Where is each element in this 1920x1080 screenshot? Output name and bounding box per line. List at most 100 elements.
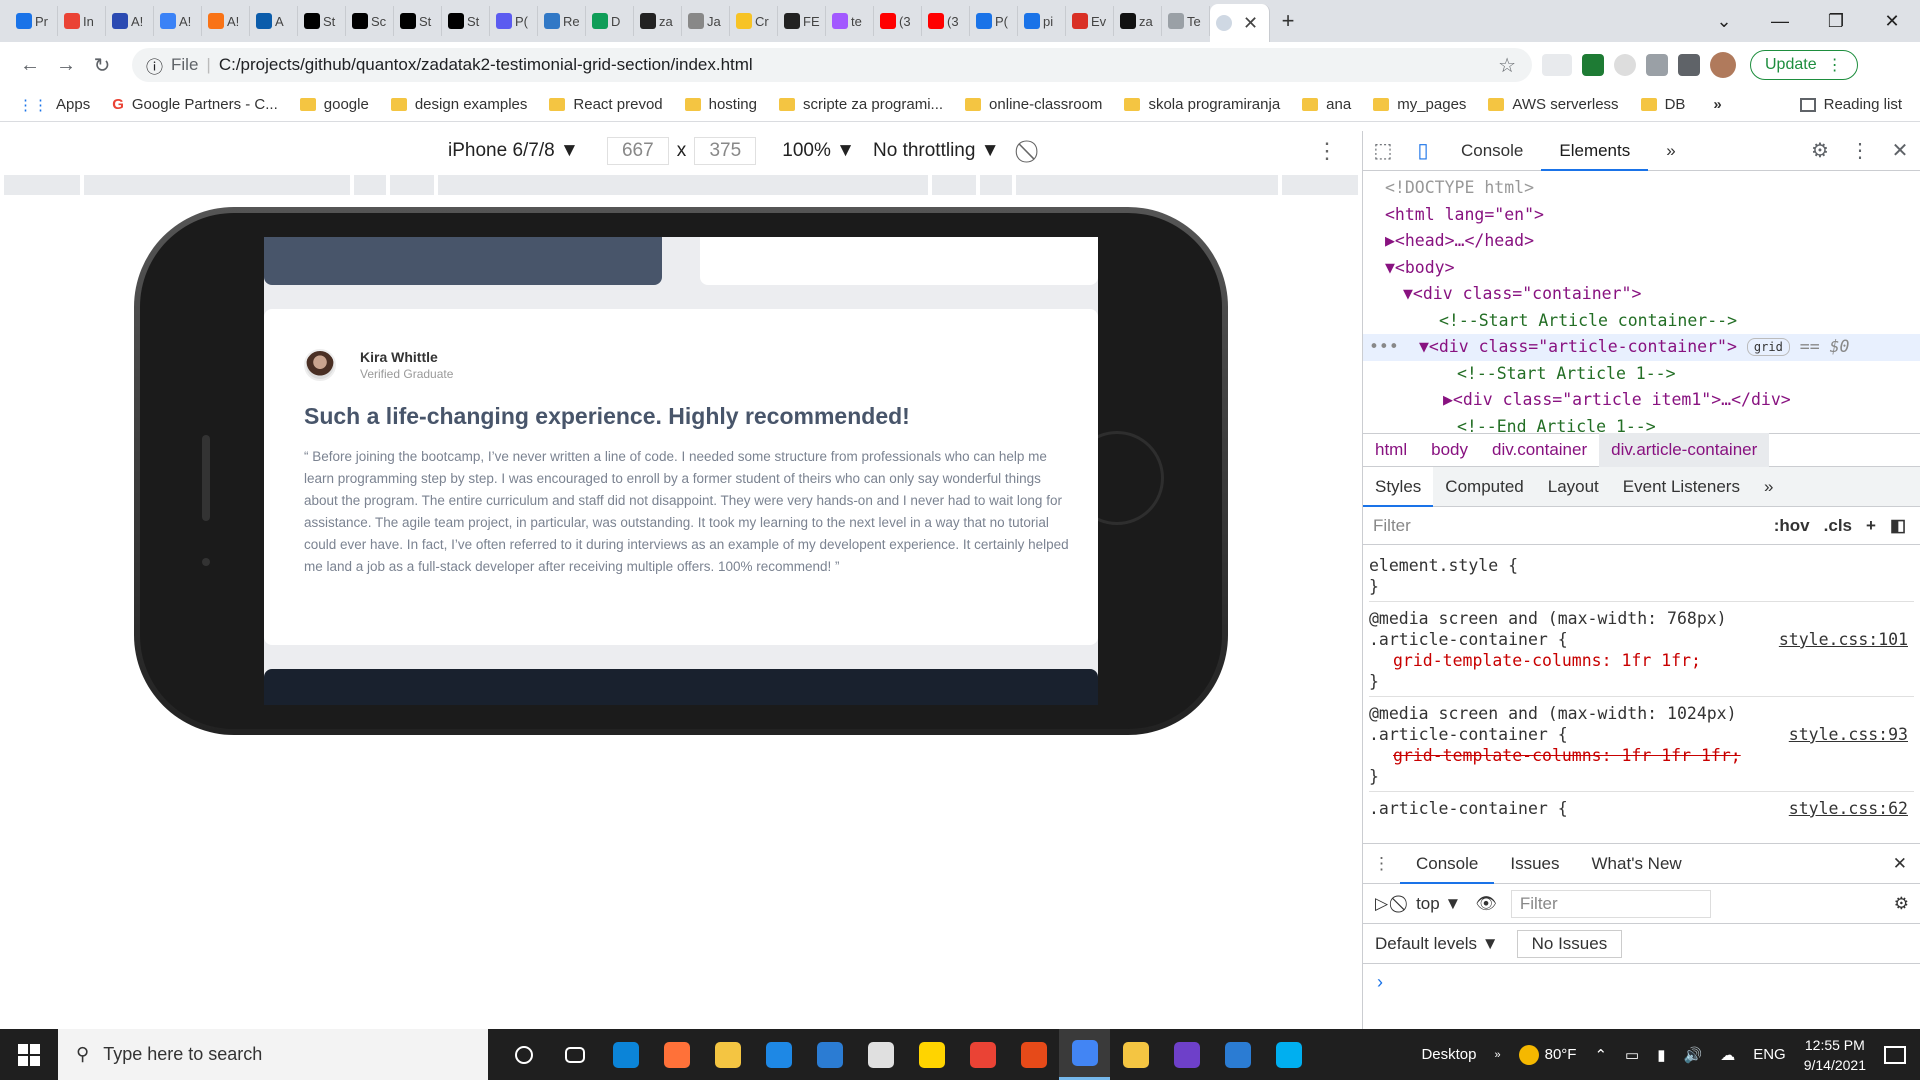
- rule-source-link[interactable]: style.css:93: [1789, 724, 1908, 745]
- width-input[interactable]: 667: [606, 137, 669, 165]
- dom-node[interactable]: <!--Start Article container-->: [1363, 308, 1920, 335]
- browser-tab[interactable]: Re: [538, 6, 586, 36]
- browser-tab[interactable]: te: [826, 6, 874, 36]
- dom-node[interactable]: ▶<head>…</head>: [1363, 228, 1920, 255]
- reading-list-button[interactable]: Reading list: [1799, 96, 1902, 113]
- browser-tab[interactable]: (3: [922, 6, 970, 36]
- network-icon[interactable]: ▭: [1625, 1046, 1639, 1064]
- bookmark-folder[interactable]: design examples: [390, 96, 527, 113]
- rule-source-link[interactable]: style.css:62: [1789, 798, 1908, 819]
- cloud-icon[interactable]: ☁: [1720, 1046, 1735, 1064]
- weather-widget[interactable]: 80°F: [1518, 1044, 1576, 1065]
- tab-issues[interactable]: Issues: [1494, 844, 1575, 884]
- browser-tab[interactable]: A!: [202, 6, 250, 36]
- device-select[interactable]: iPhone 6/7/8 ▼: [448, 140, 579, 162]
- tab-styles[interactable]: Styles: [1363, 466, 1434, 507]
- browser-tab[interactable]: D: [586, 6, 634, 36]
- reload-button[interactable]: ↻: [84, 53, 120, 78]
- gear-icon[interactable]: ⚙: [1894, 894, 1920, 914]
- bookmark-folder[interactable]: google: [299, 96, 369, 113]
- pen-extension-icon[interactable]: [1646, 54, 1668, 76]
- device-toggle-icon[interactable]: ▯: [1403, 138, 1443, 163]
- bookmark-folder[interactable]: hosting: [684, 96, 757, 113]
- ruler-segment[interactable]: [1282, 175, 1358, 195]
- taskbar-app-chrome[interactable]: [1059, 1029, 1110, 1080]
- gear-icon[interactable]: ⚙: [1800, 138, 1840, 163]
- breadcrumb-item-current[interactable]: div.article-container: [1599, 433, 1770, 467]
- tab-event-listeners[interactable]: Event Listeners: [1611, 467, 1752, 507]
- bookmark-folder[interactable]: ana: [1302, 96, 1351, 113]
- taskbar-app-cortana[interactable]: [498, 1029, 549, 1080]
- taskbar-app-photos[interactable]: [1212, 1029, 1263, 1080]
- clock[interactable]: 12:55 PM 9/14/2021: [1804, 1035, 1866, 1075]
- taskbar-search[interactable]: ⚲ Type here to search: [58, 1029, 488, 1080]
- tab-console[interactable]: Console: [1400, 844, 1495, 884]
- update-button[interactable]: Update ⋮: [1750, 50, 1858, 80]
- ruler-segment[interactable]: [932, 175, 976, 195]
- console-prompt[interactable]: ›: [1363, 964, 1920, 1001]
- taskbar-app-github-desktop[interactable]: [1161, 1029, 1212, 1080]
- cls-toggle[interactable]: .cls: [1824, 516, 1852, 536]
- dom-node[interactable]: ▶<div class="article item1">…</div>: [1363, 387, 1920, 414]
- tab-computed[interactable]: Computed: [1433, 467, 1535, 507]
- browser-tab[interactable]: St: [298, 6, 346, 36]
- bookmarks-overflow-button[interactable]: »: [1713, 96, 1721, 113]
- tab-whats-new[interactable]: What's New: [1576, 844, 1698, 884]
- tab-console[interactable]: Console: [1443, 131, 1541, 171]
- hov-toggle[interactable]: :hov: [1774, 516, 1810, 536]
- puzzle-extensions-icon[interactable]: [1678, 54, 1700, 76]
- tab-layout[interactable]: Layout: [1536, 467, 1611, 507]
- dom-node[interactable]: ▼<div class="container">: [1363, 281, 1920, 308]
- taskbar-app-task-view[interactable]: [549, 1029, 600, 1080]
- ruler-segment[interactable]: [354, 175, 386, 195]
- breadcrumb-item[interactable]: div.container: [1480, 440, 1599, 460]
- browser-tab[interactable]: In: [58, 6, 106, 36]
- bookmark-apps[interactable]: ⋮⋮ Apps: [18, 96, 90, 114]
- notifications-icon[interactable]: [1884, 1045, 1906, 1064]
- issues-button[interactable]: No Issues: [1516, 929, 1623, 958]
- language-indicator[interactable]: ENG: [1753, 1046, 1786, 1063]
- bookmark-folder[interactable]: React prevod: [549, 96, 663, 113]
- breadcrumb-item[interactable]: html: [1363, 440, 1419, 460]
- ruler-segment[interactable]: [4, 175, 80, 195]
- battery-icon[interactable]: ▮: [1657, 1046, 1665, 1064]
- dom-node[interactable]: <!--End Article 1-->: [1363, 414, 1920, 434]
- taskbar-app-mail[interactable]: [804, 1029, 855, 1080]
- bookmark-star-icon[interactable]: ☆: [1498, 53, 1516, 78]
- levels-select[interactable]: Default levels ▼: [1375, 934, 1499, 954]
- ruler-segment[interactable]: [1016, 175, 1278, 195]
- throttle-select[interactable]: No throttling ▼: [873, 140, 1000, 162]
- console-filter-input[interactable]: Filter: [1510, 889, 1711, 918]
- profile-menu-icon[interactable]: ⌄: [1696, 11, 1752, 32]
- maximize-button[interactable]: ❐: [1808, 11, 1864, 32]
- browser-tab[interactable]: P(: [490, 6, 538, 36]
- browser-tab[interactable]: P(: [970, 6, 1018, 36]
- height-input[interactable]: 375: [694, 137, 757, 165]
- menu-dots-icon[interactable]: ⋮: [1840, 138, 1880, 163]
- ruler-segment[interactable]: [390, 175, 434, 195]
- taskbar-app-firefox[interactable]: [651, 1029, 702, 1080]
- dom-node[interactable]: ▼<body>: [1363, 255, 1920, 282]
- browser-tab[interactable]: A: [250, 6, 298, 36]
- bookmark-folder[interactable]: skola programiranja: [1124, 96, 1280, 113]
- bookmark-google[interactable]: G Google Partners - C...: [112, 96, 278, 113]
- bookmark-folder[interactable]: online-classroom: [965, 96, 1102, 113]
- close-icon[interactable]: ✕: [1880, 138, 1920, 163]
- tab-more[interactable]: »: [1752, 467, 1785, 507]
- start-button[interactable]: [0, 1043, 58, 1066]
- grid-badge[interactable]: grid: [1746, 338, 1790, 357]
- dom-node[interactable]: <!--Start Article 1-->: [1363, 361, 1920, 388]
- browser-tab[interactable]: Te: [1162, 6, 1210, 36]
- tab-more[interactable]: »: [1648, 131, 1693, 171]
- browser-tab[interactable]: Ja: [682, 6, 730, 36]
- dom-node-selected[interactable]: ••• ▼<div class="article-container"> gri…: [1363, 334, 1920, 361]
- chevron-up-icon[interactable]: ⌃: [1594, 1046, 1607, 1064]
- browser-tab[interactable]: za: [1114, 6, 1162, 36]
- browser-tab[interactable]: St: [442, 6, 490, 36]
- taskbar-app-paint[interactable]: [855, 1029, 906, 1080]
- info-icon[interactable]: ⓘ: [146, 53, 163, 78]
- dom-node[interactable]: <!DOCTYPE html>: [1363, 175, 1920, 202]
- browser-tab[interactable]: FE: [778, 6, 826, 36]
- sidebar-toggle-icon[interactable]: ◧: [1890, 516, 1906, 536]
- toolbar-overflow-icon[interactable]: »: [1494, 1049, 1500, 1061]
